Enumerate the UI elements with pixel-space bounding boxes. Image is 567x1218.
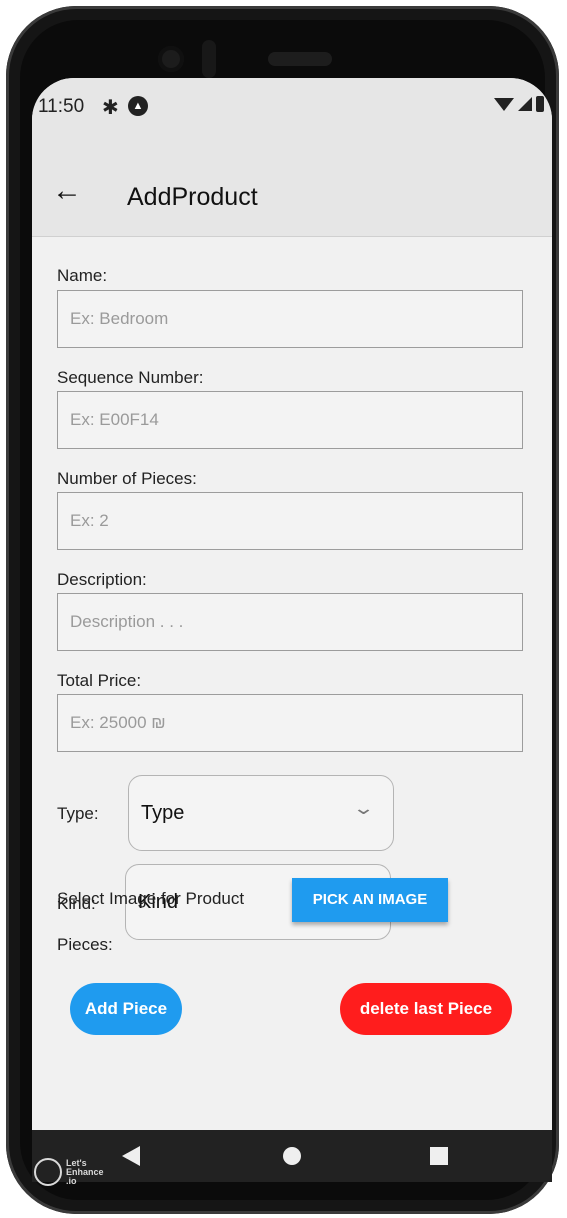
description-field[interactable] (57, 593, 523, 651)
type-label: Type: (57, 804, 99, 823)
name-field[interactable] (57, 290, 523, 348)
battery-icon (536, 96, 544, 112)
type-selected-value: Type (141, 802, 185, 824)
status-icons (494, 96, 544, 112)
delete-last-piece-button[interactable]: delete last Piece (340, 983, 512, 1035)
camera-icon (158, 46, 184, 72)
type-select[interactable]: Type ⌄ (128, 775, 394, 851)
watermark-logo-icon (34, 1158, 62, 1186)
add-piece-button[interactable]: Add Piece (70, 983, 182, 1035)
pieces-count-label: Number of Pieces: (57, 469, 197, 488)
sequence-input[interactable] (58, 392, 522, 448)
status-bar: 11:50 ✱ ▲ (32, 78, 552, 138)
name-input[interactable] (58, 291, 522, 347)
chevron-down-icon: ⌄ (352, 798, 375, 818)
nav-back-icon[interactable] (122, 1146, 140, 1166)
nav-recents-icon[interactable] (430, 1147, 448, 1165)
speaker-grille (268, 52, 332, 66)
sequence-field[interactable] (57, 391, 523, 449)
watermark-text: Let's Enhance .io (66, 1157, 104, 1186)
description-label: Description: (57, 570, 147, 589)
total-price-input[interactable] (58, 695, 522, 751)
app-bar: ← AddProduct (32, 138, 552, 237)
kind-label: Kind: (57, 894, 96, 913)
total-price-field[interactable] (57, 694, 523, 752)
watermark: Let's Enhance .io (34, 1158, 104, 1186)
navigation-arrow-icon: ▲ (128, 96, 148, 116)
signal-icon (518, 97, 532, 111)
pieces-count-input[interactable] (58, 493, 522, 549)
nav-home-icon[interactable] (283, 1147, 301, 1165)
pick-image-button[interactable]: PICK AN IMAGE (292, 878, 448, 922)
arrow-left-icon[interactable]: ← (52, 176, 82, 206)
description-input[interactable] (58, 594, 522, 650)
app-screen: 11:50 ✱ ▲ ← AddProduct Name: Sequence Nu… (32, 78, 552, 1130)
kind-selected-value: Kind (138, 891, 179, 913)
pieces-count-field[interactable] (57, 492, 523, 550)
gear-icon: ✱ (102, 97, 119, 119)
name-label: Name: (57, 266, 108, 285)
sensor (202, 40, 216, 78)
sequence-label: Sequence Number: (57, 368, 204, 387)
total-price-label: Total Price: (57, 671, 142, 690)
status-time: 11:50 (38, 96, 85, 117)
system-nav-bar (32, 1130, 552, 1182)
wifi-icon (494, 97, 514, 111)
page-title: AddProduct (127, 183, 258, 211)
